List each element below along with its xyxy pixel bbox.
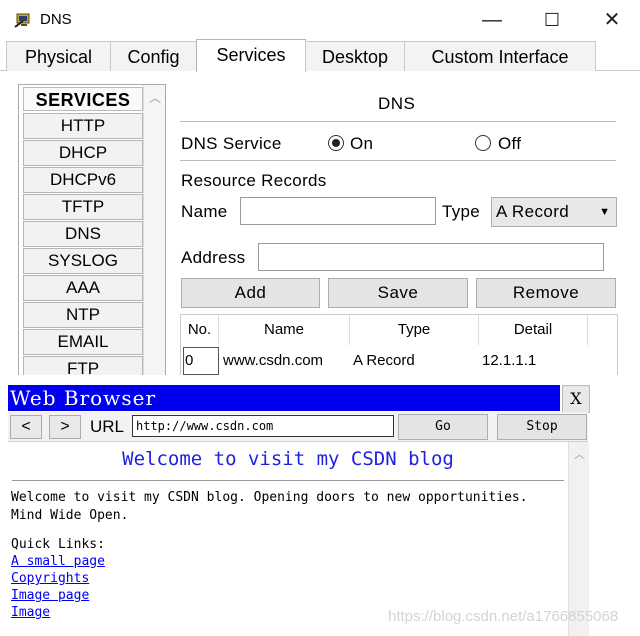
- row-detail[interactable]: 12.1.1.1: [482, 349, 536, 373]
- divider: [180, 121, 616, 122]
- page-text-line: Mind Wide Open.: [11, 508, 129, 523]
- maximize-button[interactable]: ☐: [532, 7, 572, 33]
- stop-button[interactable]: Stop: [497, 414, 587, 440]
- go-button[interactable]: Go: [398, 414, 488, 440]
- forward-button[interactable]: >: [49, 415, 81, 439]
- add-button[interactable]: Add: [181, 278, 320, 308]
- scroll-up-icon[interactable]: ︿: [149, 89, 161, 106]
- close-button[interactable]: ✕: [592, 7, 632, 33]
- dns-off-label: Off: [498, 134, 522, 153]
- type-label: Type: [442, 202, 481, 221]
- browser-toolbar: < > URL http://www.csdn.com Go Stop: [8, 412, 588, 442]
- page-divider: [12, 480, 564, 481]
- browser-title: Web Browser: [10, 386, 156, 410]
- quick-links-label: Quick Links:: [11, 537, 105, 552]
- table-header-name: Name: [219, 315, 350, 345]
- resource-records-label: Resource Records: [181, 171, 327, 190]
- tab-physical[interactable]: Physical: [6, 41, 111, 71]
- page-text-line: Welcome to visit my CSDN blog. Opening d…: [11, 490, 528, 505]
- row-type[interactable]: A Record: [353, 349, 415, 373]
- browser-title-bar: Web Browser: [8, 385, 560, 411]
- watermark: https://blog.csdn.net/a1766855068: [388, 608, 619, 625]
- link-small-page[interactable]: A small page: [11, 553, 105, 570]
- service-aaa-button[interactable]: AAA: [23, 275, 143, 301]
- link-image[interactable]: Image: [11, 604, 50, 621]
- service-ftp-button[interactable]: FTP: [23, 356, 143, 375]
- type-select-value: A Record: [496, 202, 570, 221]
- browser-close-button[interactable]: X: [562, 385, 590, 413]
- scroll-up-icon[interactable]: ︿: [574, 446, 585, 462]
- tab-custom-interface[interactable]: Custom Interface: [404, 41, 596, 71]
- packet-tracer-pc-icon: [14, 13, 30, 28]
- link-image-page[interactable]: Image page: [11, 587, 89, 604]
- tab-services[interactable]: Services: [196, 39, 306, 72]
- table-header-type: Type: [350, 315, 479, 345]
- service-syslog-button[interactable]: SYSLOG: [23, 248, 143, 274]
- service-dhcp-button[interactable]: DHCP: [23, 140, 143, 166]
- records-table: No. Name Type Detail 0 www.csdn.com A Re…: [180, 314, 618, 375]
- table-header-no: No.: [181, 315, 219, 345]
- row-no[interactable]: 0: [185, 349, 193, 373]
- dns-on-radio[interactable]: [328, 135, 344, 151]
- dns-off-radio[interactable]: [475, 135, 491, 151]
- name-input[interactable]: [240, 197, 436, 225]
- table-header-detail: Detail: [479, 315, 588, 345]
- address-input[interactable]: [258, 243, 604, 271]
- divider: [180, 160, 616, 161]
- name-label: Name: [181, 202, 228, 221]
- services-list: SERVICES HTTP DHCP DHCPv6 TFTP DNS SYSLO…: [18, 84, 166, 375]
- service-tftp-button[interactable]: TFTP: [23, 194, 143, 220]
- dns-window: DNS — ☐ ✕ Physical Config Services Deskt…: [0, 0, 640, 375]
- type-select[interactable]: A Record ▼: [491, 197, 617, 227]
- remove-button[interactable]: Remove: [476, 278, 616, 308]
- section-title: DNS: [378, 94, 416, 113]
- browser-page: Welcome to visit my CSDN blog Welcome to…: [8, 442, 568, 636]
- save-button[interactable]: Save: [328, 278, 468, 308]
- title-bar: DNS — ☐ ✕: [0, 0, 640, 40]
- back-button[interactable]: <: [10, 415, 42, 439]
- tab-config[interactable]: Config: [110, 41, 197, 71]
- page-heading: Welcome to visit my CSDN blog: [122, 448, 454, 470]
- service-dhcpv6-button[interactable]: DHCPv6: [23, 167, 143, 193]
- services-header: SERVICES: [23, 87, 143, 111]
- address-label: Address: [181, 248, 246, 267]
- service-email-button[interactable]: EMAIL: [23, 329, 143, 355]
- chevron-down-icon: ▼: [599, 206, 610, 218]
- row-name[interactable]: www.csdn.com: [223, 349, 323, 373]
- radio-selected-dot: [332, 139, 340, 147]
- tab-desktop[interactable]: Desktop: [305, 41, 405, 71]
- minimize-button[interactable]: —: [472, 7, 512, 33]
- service-dns-button[interactable]: DNS: [23, 221, 143, 247]
- url-label: URL: [90, 417, 125, 436]
- service-ntp-button[interactable]: NTP: [23, 302, 143, 328]
- url-input[interactable]: http://www.csdn.com: [132, 415, 394, 437]
- web-browser-window: Web Browser X < > URL http://www.csdn.co…: [8, 385, 590, 636]
- window-title: DNS: [40, 11, 72, 28]
- service-http-button[interactable]: HTTP: [23, 113, 143, 139]
- dns-on-label: On: [350, 134, 374, 153]
- services-scrollbar[interactable]: ︿: [143, 85, 165, 375]
- dns-service-label: DNS Service: [181, 134, 282, 153]
- browser-scrollbar[interactable]: ︿: [568, 442, 589, 636]
- link-copyrights[interactable]: Copyrights: [11, 570, 89, 587]
